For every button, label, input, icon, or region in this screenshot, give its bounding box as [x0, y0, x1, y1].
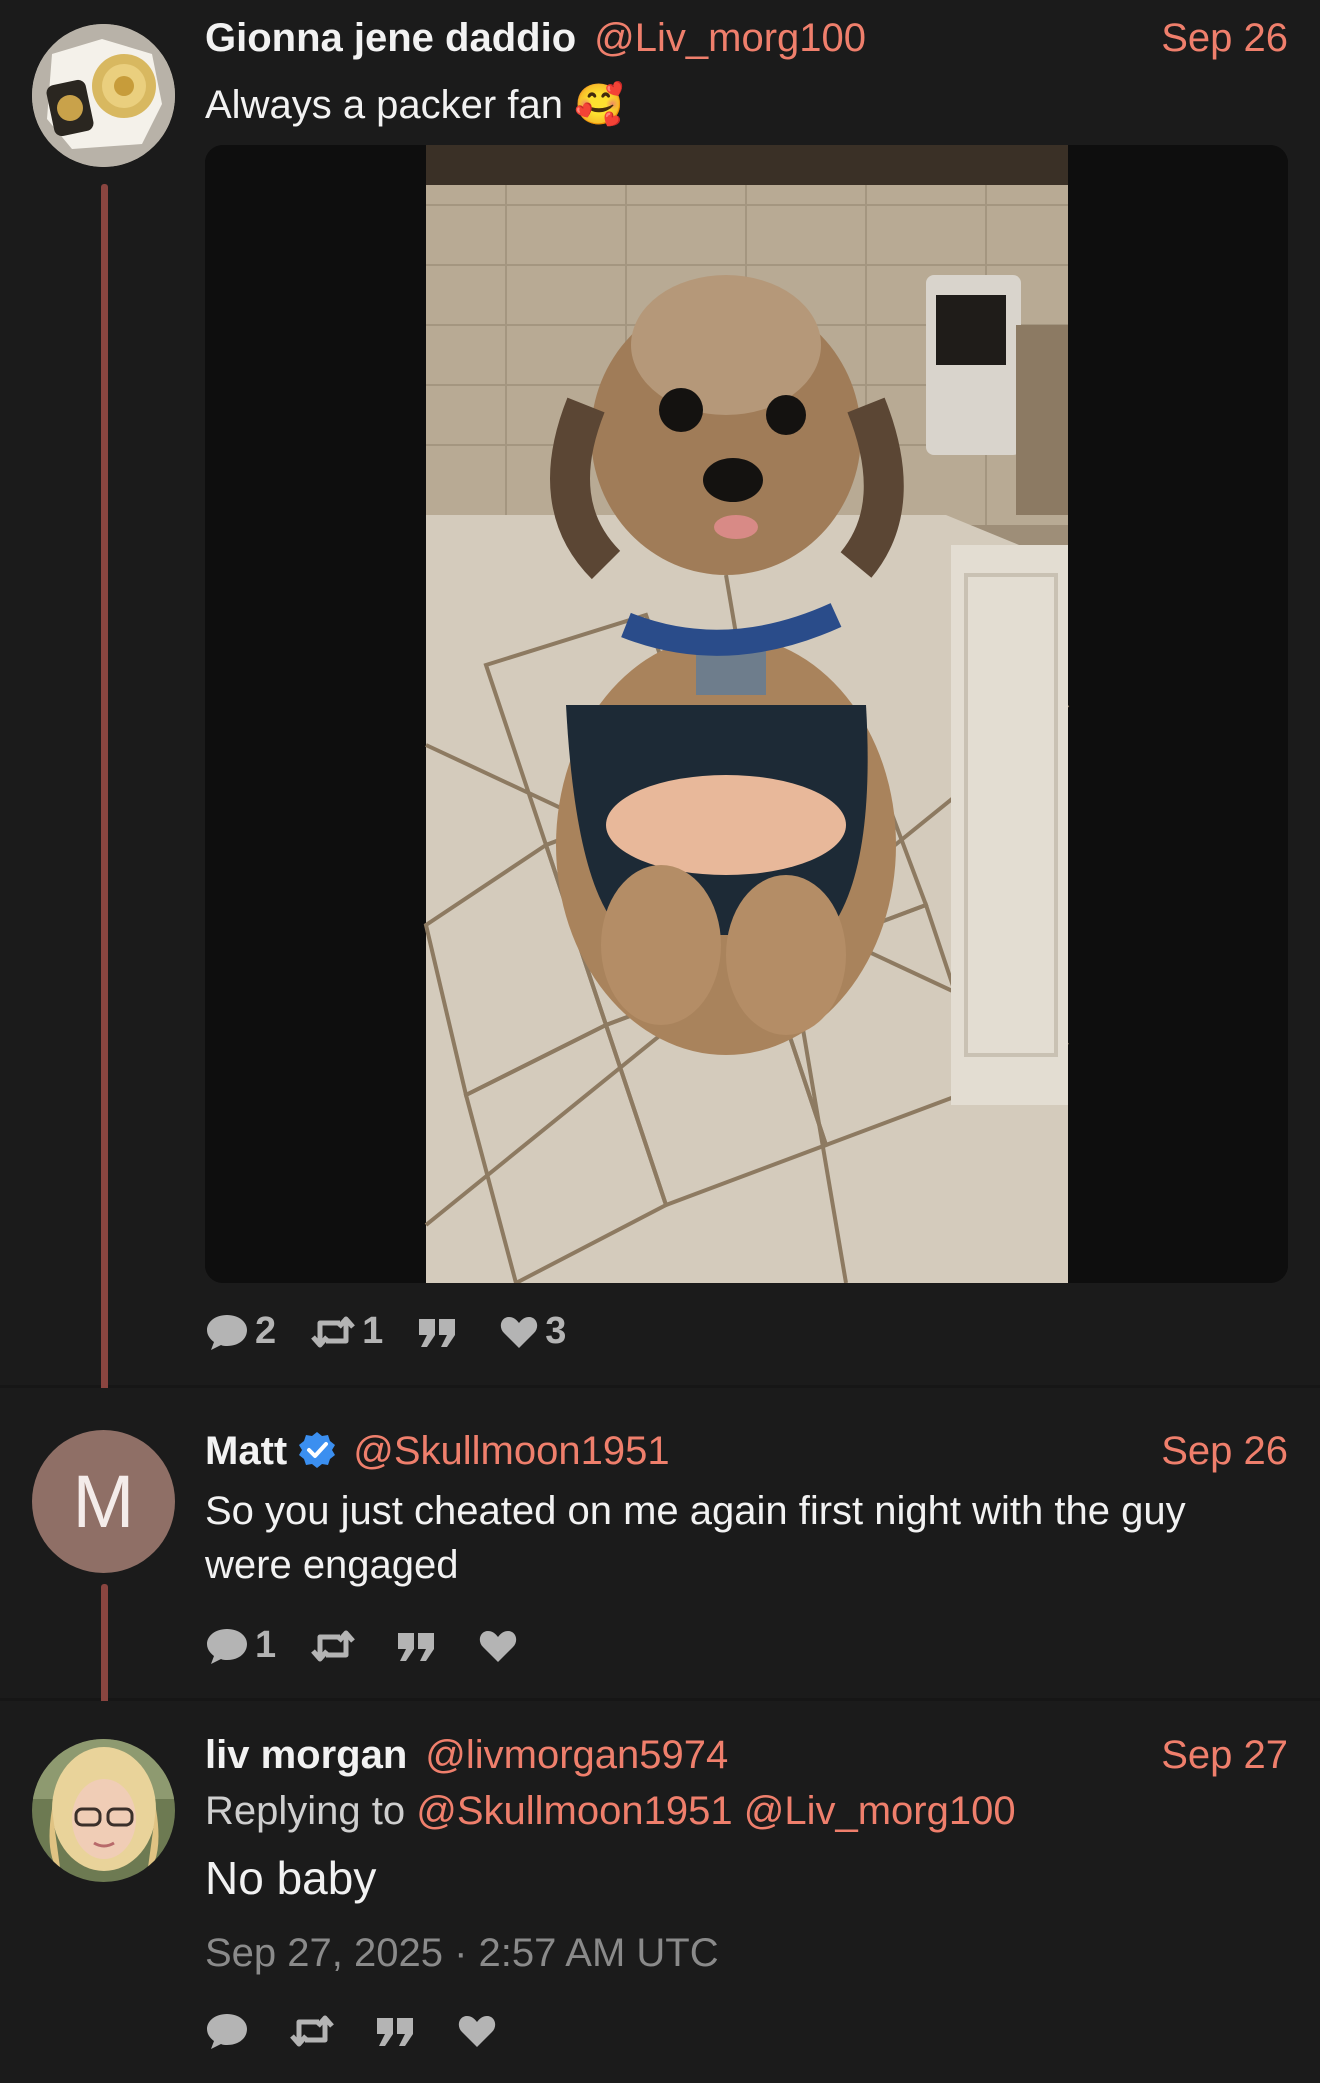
replying-to-handle[interactable]: @Liv_morg100	[744, 1789, 1016, 1833]
comment-bubble-icon	[207, 1628, 247, 1664]
heart-icon	[501, 1316, 538, 1348]
tweet-actions: 2 1 3	[205, 1310, 566, 1353]
reply-button[interactable]	[205, 2011, 255, 2051]
comment-bubble-icon	[207, 2014, 247, 2049]
retweet-icon	[311, 1630, 356, 1661]
blonde-woman-avatar-icon	[32, 1739, 175, 1882]
retweet-icon	[311, 1316, 356, 1347]
tweet-card[interactable]: liv morgan @livmorgan5974 Sep 27 Replyin…	[0, 1701, 1320, 2083]
tweet-actions: 1	[205, 1624, 524, 1667]
replying-to: Replying to @Skullmoon1951 @Liv_morg100	[205, 1789, 1016, 1834]
tweet-text: No baby	[205, 1852, 377, 1904]
championship-belt-avatar-icon	[32, 24, 175, 167]
author-name[interactable]: liv morgan	[205, 1733, 407, 1778]
retweet-button[interactable]	[289, 2014, 341, 2048]
thread-line	[101, 184, 108, 1412]
like-button[interactable]	[457, 2013, 503, 2049]
author-name[interactable]: Gionna jene daddio	[205, 16, 576, 61]
replying-to-handle[interactable]: @Skullmoon1951	[416, 1789, 732, 1833]
quote-button[interactable]	[396, 1629, 444, 1663]
author-handle[interactable]: @Liv_morg100	[594, 16, 866, 61]
author-handle[interactable]: @livmorgan5974	[425, 1733, 728, 1778]
reply-button[interactable]: 2	[205, 1310, 276, 1353]
author-handle[interactable]: @Skullmoon1951	[353, 1429, 669, 1474]
retweet-button[interactable]: 1	[310, 1310, 383, 1353]
tweet-date[interactable]: Sep 26	[1161, 1429, 1288, 1474]
quote-button[interactable]	[417, 1315, 465, 1349]
avatar[interactable]	[32, 1739, 175, 1882]
avatar[interactable]: M	[32, 1430, 175, 1573]
author-name[interactable]: Matt	[205, 1429, 287, 1474]
comment-bubble-icon	[207, 1314, 247, 1350]
tweet-date[interactable]: Sep 27	[1161, 1733, 1288, 1778]
verified-badge-icon	[299, 1432, 336, 1468]
quote-icon	[419, 1318, 456, 1347]
avatar-letter: M	[72, 1460, 135, 1543]
like-button[interactable]	[478, 1628, 524, 1664]
quote-icon	[398, 1632, 435, 1661]
replying-to-label: Replying to	[205, 1789, 406, 1833]
tweet-actions	[205, 2011, 503, 2051]
like-button[interactable]: 3	[499, 1310, 566, 1353]
tweet-text: Always a packer fan 🥰	[205, 83, 624, 127]
reply-button[interactable]: 1	[205, 1624, 276, 1667]
heart-icon	[458, 2016, 496, 2047]
retweet-button[interactable]	[310, 1629, 362, 1663]
tweet-photo[interactable]	[205, 145, 1288, 1283]
tweet-full-date[interactable]: Sep 27, 2025 · 2:57 AM UTC	[205, 1931, 719, 1976]
retweet-count: 1	[362, 1310, 384, 1352]
tweet-card[interactable]: Gionna jene daddio @Liv_morg100 Sep 26 A…	[0, 0, 1320, 1412]
heart-icon	[479, 1630, 517, 1662]
avatar[interactable]	[32, 24, 175, 167]
tweet-card[interactable]: M Matt @Skullmoon1951 Sep 26 So you just…	[0, 1388, 1320, 1722]
reply-count: 1	[255, 1624, 277, 1666]
like-count: 3	[545, 1310, 567, 1352]
tweet-date[interactable]: Sep 26	[1161, 16, 1288, 61]
quote-icon	[377, 2018, 413, 2046]
tweet-text: So you just cheated on me again first ni…	[205, 1489, 1186, 1587]
retweet-icon	[290, 2015, 334, 2047]
quote-button[interactable]	[375, 2014, 423, 2048]
dog-photo-image	[205, 145, 1288, 1283]
reply-count: 2	[255, 1310, 277, 1352]
